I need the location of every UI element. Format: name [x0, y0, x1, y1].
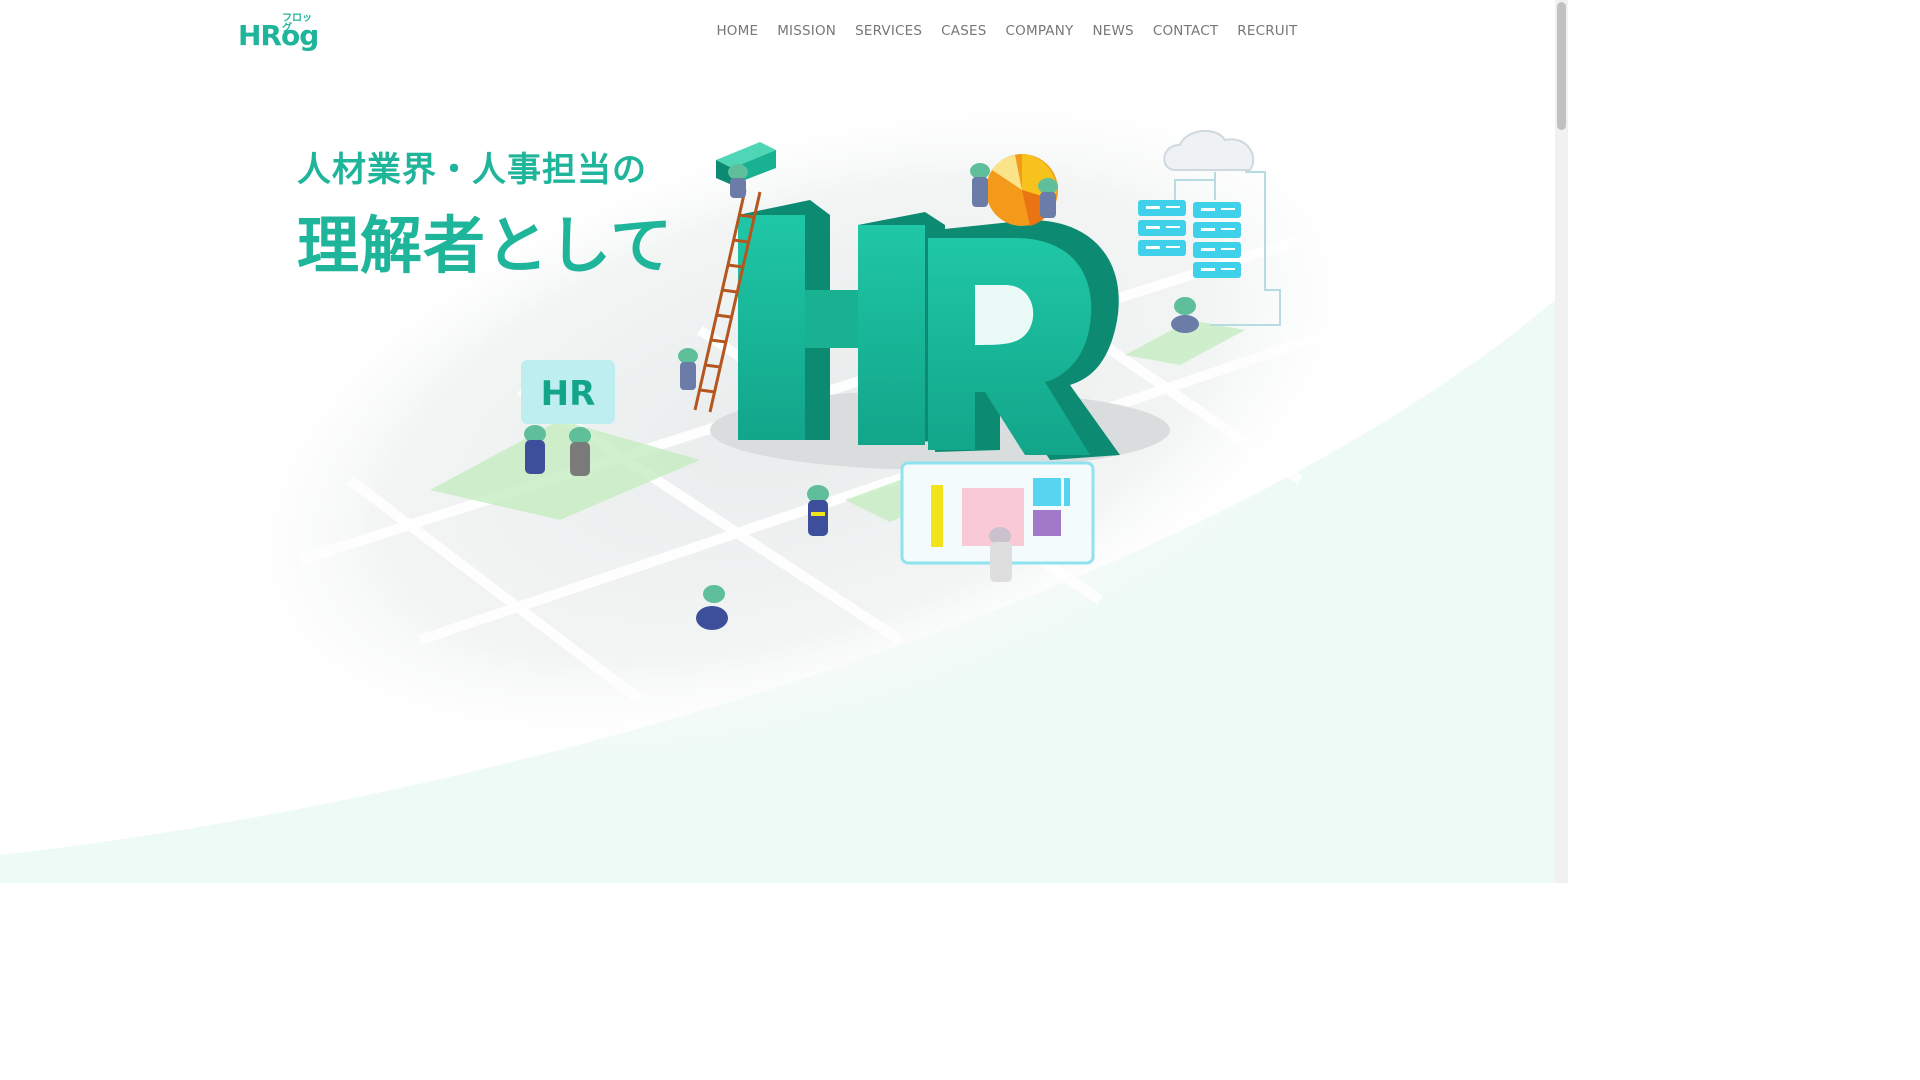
nav-recruit[interactable]: RECRUIT — [1228, 21, 1307, 41]
nav-cases[interactable]: CASES — [932, 21, 996, 41]
site-logo[interactable]: HRog フロッグ — [238, 13, 319, 54]
page-scrollbar[interactable] — [1555, 0, 1568, 883]
green-block — [716, 142, 776, 185]
nav-contact[interactable]: CONTACT — [1143, 21, 1227, 41]
hr-illustration: HR — [298, 129, 1342, 704]
headline-line-1: 人材業界・人事担当の — [297, 150, 647, 190]
headline-line-2: 理解者として — [297, 209, 674, 282]
logo-sub-text: フロッグ — [282, 13, 312, 34]
svg-text:HR: HR — [541, 374, 596, 414]
nav-news[interactable]: NEWS — [1083, 21, 1143, 41]
main-nav: HOME MISSION SERVICES CASES COMPANY NEWS… — [707, 21, 1307, 41]
nav-company[interactable]: COMPANY — [996, 21, 1083, 41]
nav-home[interactable]: HOME — [707, 21, 768, 41]
site-header: HRog フロッグ HOME MISSION SERVICES CASES CO… — [0, 0, 1555, 64]
server-stack-icon — [1138, 200, 1241, 278]
cloud-icon — [1163, 129, 1255, 171]
big-hr-letters — [710, 200, 1170, 470]
nav-mission[interactable]: MISSION — [768, 21, 846, 41]
page: HR 人材業界・人事担当の 理解者として HRog フロッグ HOME MISS… — [0, 0, 1568, 883]
nav-services[interactable]: SERVICES — [846, 21, 932, 41]
scrollbar-thumb[interactable] — [1557, 2, 1566, 130]
hr-sign-board: HR — [521, 360, 615, 424]
hero-headline: 人材業界・人事担当の 理解者として — [297, 148, 673, 284]
